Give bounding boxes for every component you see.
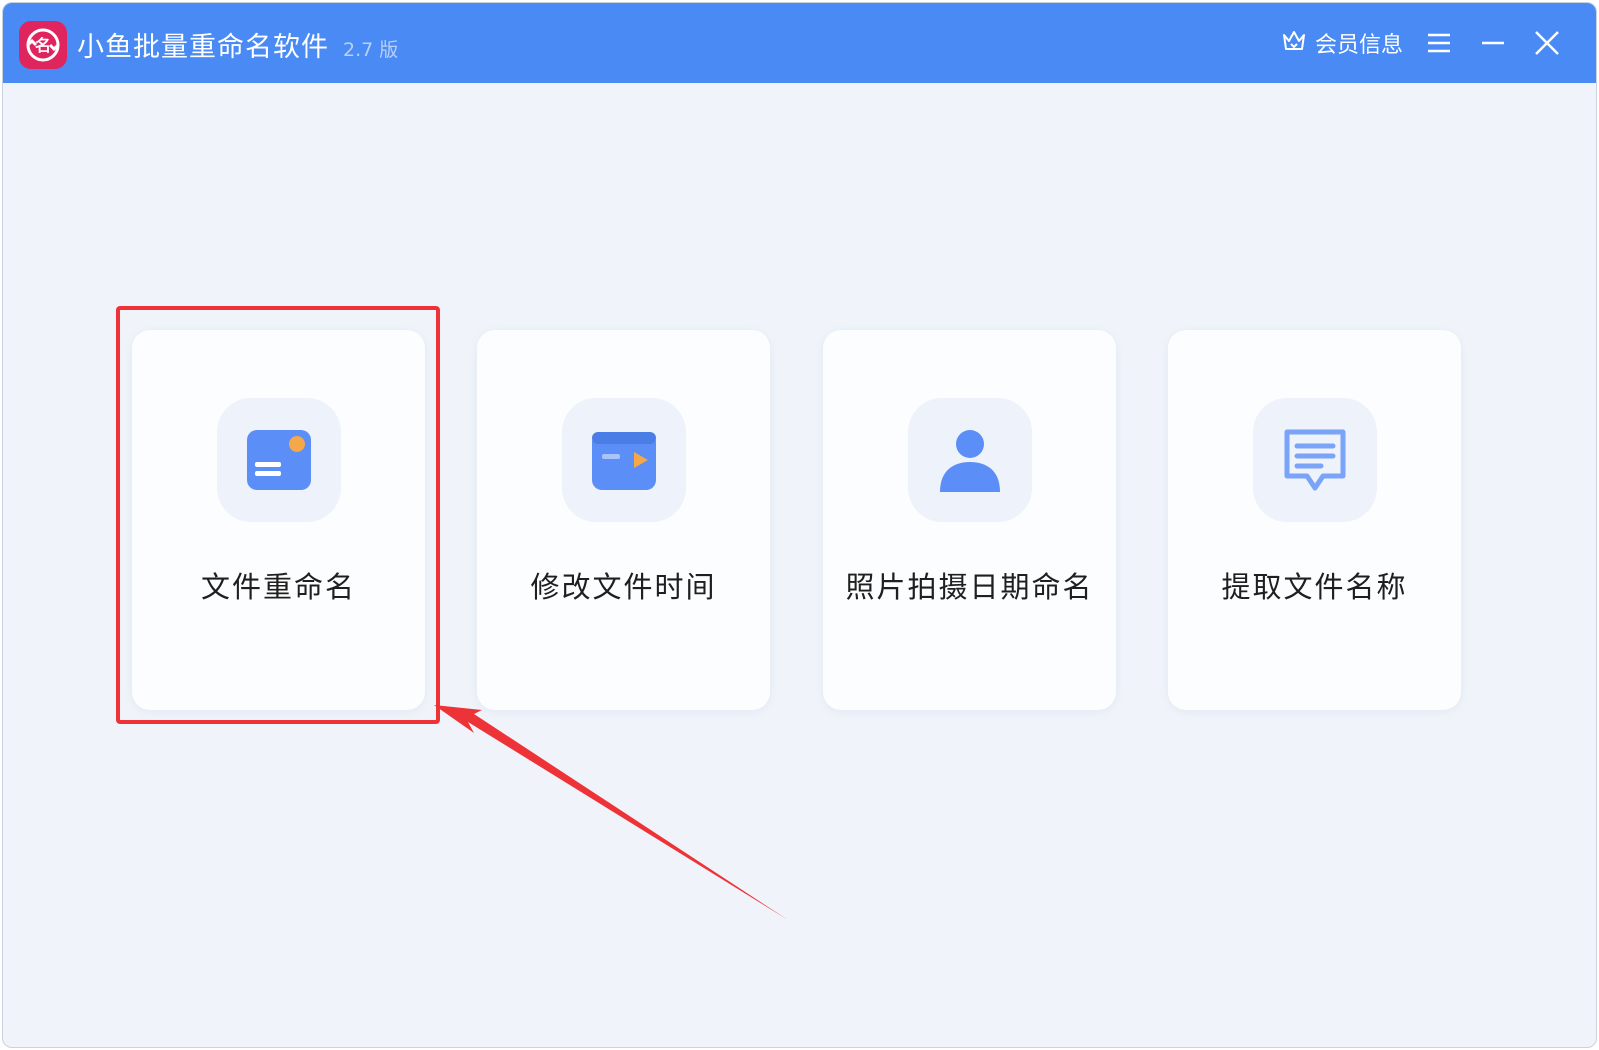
card-label: 提取文件名称 [1221,570,1408,604]
feature-card-grid: 文件重命名 修改文件时间 照片拍摄日期命名 提取文件名称 [3,3,1596,1047]
card-modify-file-time[interactable]: 修改文件时间 [477,330,770,710]
card-photo-date-rename[interactable]: 照片拍摄日期命名 [823,330,1116,710]
card-label: 照片拍摄日期命名 [845,570,1094,604]
card-extract-file-names[interactable]: 提取文件名称 [1168,330,1461,710]
message-list-icon [1253,398,1377,522]
card-file-rename[interactable]: 文件重命名 [132,330,425,710]
folder-time-icon [562,398,686,522]
person-photo-icon [908,398,1032,522]
card-label: 修改文件时间 [530,570,717,604]
app-window: 名 小鱼批量重命名软件 2.7 版 会员信息 文件重命名 修改文件时间 照片拍摄… [2,2,1597,1048]
card-label: 文件重命名 [200,570,356,604]
file-rename-icon [217,398,341,522]
